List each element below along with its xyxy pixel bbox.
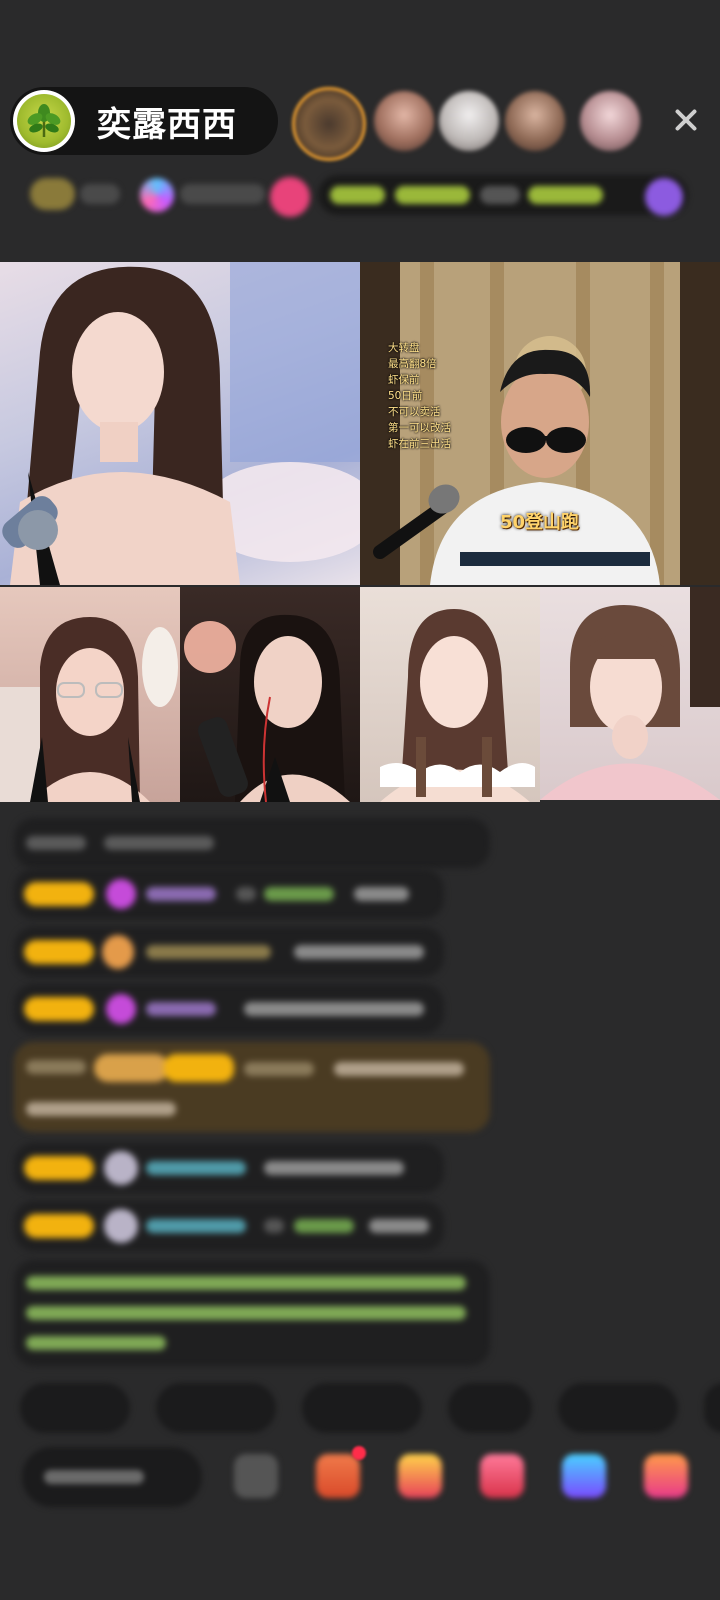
gift-icon[interactable] (562, 1454, 606, 1498)
viewer-avatar[interactable] (439, 91, 499, 151)
video-tile-guest-2[interactable] (0, 587, 180, 802)
overlay-line: 虾在前三出活 (388, 438, 451, 450)
host-profile-pill[interactable]: 奕露西西 (10, 87, 278, 155)
chat-system-notice (14, 1260, 490, 1366)
viewer-avatar[interactable] (374, 91, 434, 151)
plant-icon (17, 94, 71, 148)
chat-message (14, 818, 490, 868)
gift-rank-icon[interactable] (270, 177, 310, 217)
hot-icon[interactable] (140, 178, 174, 212)
hot-text (180, 184, 265, 204)
gift-icon[interactable] (398, 1454, 442, 1498)
viewer-avatar[interactable] (580, 91, 640, 151)
pk-text (395, 186, 470, 204)
gift-icon[interactable] (644, 1454, 688, 1498)
notification-dot (352, 1446, 366, 1460)
chat-message (14, 1143, 444, 1193)
quick-reply-button[interactable] (302, 1383, 422, 1433)
pk-text (528, 186, 603, 204)
chat-message (14, 927, 444, 977)
mountain-tag: 50登山跑 (500, 512, 580, 533)
close-icon[interactable] (670, 104, 702, 136)
chat-input[interactable] (22, 1447, 202, 1507)
rank-badge[interactable] (30, 178, 75, 210)
viewer-avatar[interactable] (292, 87, 366, 161)
overlay-line: 虾保前 (388, 374, 420, 386)
video-tile-guest-4[interactable] (360, 587, 540, 802)
overlay-line: 不可以卖活 (388, 406, 441, 418)
overlay-line: 第一可以改活 (388, 422, 451, 434)
quick-reply-button[interactable] (448, 1383, 532, 1433)
overlay-line: 50日前 (388, 390, 423, 402)
video-tile-guest-5[interactable] (540, 587, 720, 800)
video-tile-guest-3[interactable] (180, 587, 360, 802)
gift-box-icon[interactable] (316, 1454, 360, 1498)
video-tile-guest-1[interactable]: 大转盘 最高翻8倍 虾保前 50日前 不可以卖活 第一可以改活 虾在前三出活 5… (360, 262, 720, 585)
chat-message (14, 869, 444, 919)
chat-message (14, 984, 444, 1034)
viewer-avatar[interactable] (505, 91, 565, 151)
overlay-line: 大转盘 (388, 342, 420, 354)
host-name: 奕露西西 (97, 104, 237, 145)
chat-message-highlight (14, 1042, 490, 1132)
overlay-line: 最高翻8倍 (388, 358, 437, 370)
host-avatar[interactable] (13, 90, 75, 152)
pk-text (480, 186, 520, 204)
emoji-icon[interactable] (234, 1454, 278, 1498)
pk-text (330, 186, 385, 204)
video-tile-host[interactable] (0, 262, 360, 585)
chat-message (14, 1201, 444, 1251)
gift-icon[interactable] (480, 1454, 524, 1498)
pk-icon[interactable] (645, 178, 683, 216)
quick-reply-button[interactable] (558, 1383, 678, 1433)
rank-text (80, 184, 120, 204)
quick-reply-button[interactable] (704, 1383, 720, 1433)
quick-reply-button[interactable] (20, 1383, 130, 1433)
quick-reply-button[interactable] (156, 1383, 276, 1433)
